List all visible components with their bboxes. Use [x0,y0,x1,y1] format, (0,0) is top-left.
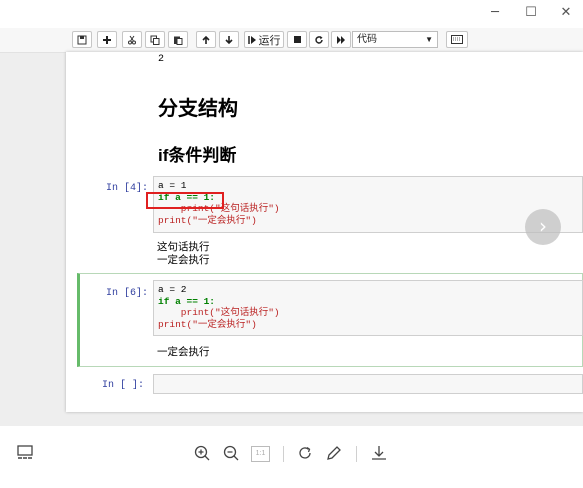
highlight-annotation-box [146,192,224,209]
minimize-button[interactable]: ─ [484,4,506,22]
stop-icon [293,35,302,44]
code-line: print("一定会执行") [158,214,257,226]
download-icon [370,446,388,466]
code-line: print("一定会执行") [158,318,257,330]
code-line: a = 2 [158,284,187,295]
pencil-icon [325,446,343,466]
cell-type-select[interactable]: 代码 ▼ [352,31,438,48]
restart-button[interactable] [309,31,329,48]
cut-icon [127,35,137,45]
arrow-down-icon [224,35,234,45]
previous-output: 2 [158,54,165,65]
output-line: 一定会执行 [157,346,210,358]
code-line: print("这句话执行") [158,307,280,318]
cell1-output: 这句话执行 一定会执行 [157,241,210,266]
cell3-code-editor[interactable] [153,374,583,394]
actual-size-button[interactable]: 1:1 [251,444,271,464]
heading-branch-structure: 分支结构 [158,98,238,120]
cut-button[interactable] [122,31,142,48]
run-button[interactable]: 运行 [244,31,284,48]
run-icon [247,35,257,45]
actual-size-label: 1:1 [251,446,270,462]
plus-icon [102,35,112,45]
viewer-bottom-toolbar: 1:1 [0,426,583,488]
zoom-in-icon [193,445,211,466]
save-button[interactable] [72,31,92,48]
zoom-out-button[interactable] [222,444,242,464]
run-all-button[interactable] [331,31,351,48]
command-palette-button[interactable] [446,31,468,48]
chevron-down-icon: ▼ [425,35,433,44]
download-button[interactable] [370,444,390,464]
copy-button[interactable] [145,31,165,48]
next-page-button[interactable]: › [525,209,561,245]
code-line: a = 1 [158,180,187,191]
paste-button[interactable] [168,31,188,48]
restart-icon [314,35,324,45]
code-line: if a == 1: [158,295,216,307]
run-label: 运行 [258,33,281,47]
keyboard-icon [451,35,463,44]
separator [356,446,357,462]
zoom-in-button[interactable] [193,444,213,464]
cell2-code-editor[interactable]: a = 2 if a == 1: print("这句话执行") print("一定会… [153,280,583,336]
output-line: 这句话执行 [157,241,210,253]
arrow-up-icon [201,35,211,45]
thumbnail-view-button[interactable] [16,444,36,464]
move-down-button[interactable] [219,31,239,48]
move-up-button[interactable] [196,31,216,48]
save-icon [77,35,87,45]
stop-button[interactable] [287,31,307,48]
paste-icon [173,35,183,45]
notebook-page: 2 分支结构 if条件判断 In [4]: a = 1 if a == 1: pr… [66,52,583,412]
rotate-icon [296,446,314,466]
notebook-area: 运行 代码 ▼ 2 分支结构 if条件判断 In [4]: a = 1 if a … [0,28,583,426]
output-line: 一定会执行 [157,253,210,266]
maximize-button[interactable]: ☐ [520,4,542,22]
copy-icon [150,35,160,45]
layout-icon [16,445,34,466]
edit-button[interactable] [325,444,345,464]
cell1-prompt: In [4]: [106,183,149,194]
add-cell-button[interactable] [97,31,117,48]
zoom-out-icon [222,445,240,466]
fast-forward-icon [336,35,346,45]
window-titlebar: ─ ☐ ✕ [0,0,583,28]
cell2-prompt: In [6]: [106,288,149,299]
heading-if-condition: if条件判断 [158,146,237,165]
close-button[interactable]: ✕ [555,4,577,22]
chevron-right-icon: › [539,214,547,238]
notebook-toolbar: 运行 代码 ▼ [0,28,583,53]
cell2-output: 一定会执行 [157,346,210,359]
rotate-button[interactable] [296,444,316,464]
cell-type-value: 代码 [357,34,377,45]
separator [283,446,284,462]
cell3-prompt: In [ ]: [102,380,145,391]
